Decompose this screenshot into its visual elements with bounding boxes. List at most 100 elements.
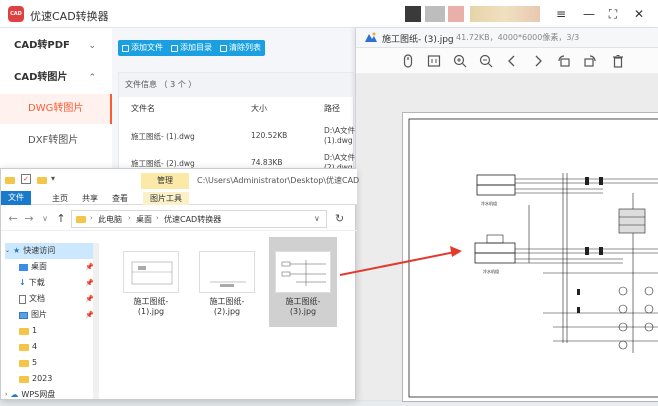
menu-icon[interactable]: ≡ <box>552 5 570 23</box>
tab-picture-tools[interactable]: 图片工具 <box>143 192 189 205</box>
blurred-region <box>448 6 464 22</box>
file-name-label: 施工图纸- (2).jpg <box>209 297 245 316</box>
viewer-canvas[interactable]: 冷水机组 冷水机组 <box>356 74 658 402</box>
download-icon: ↓ <box>19 278 26 287</box>
forward-icon[interactable]: → <box>23 212 35 225</box>
file-thumbnail-item-selected[interactable]: 施工图纸- (3).jpg <box>269 237 337 327</box>
viewer-file-name: 施工图纸- (3).jpg <box>382 35 454 45</box>
address-bar-row: ← → ∨ ↑ › 此电脑 › 桌面 › 优速CAD转换器 ∨ ↻ <box>1 207 357 231</box>
add-file-button[interactable]: 添加文件 <box>118 40 167 56</box>
add-folder-button[interactable]: 添加目录 <box>167 40 216 56</box>
tab-file[interactable]: 文件 <box>1 191 31 205</box>
chevron-right-icon: › <box>90 214 93 222</box>
tree-item-downloads[interactable]: ↓ 下载 <box>19 275 45 291</box>
quick-access-dropdown-icon[interactable]: ▾ <box>51 174 55 183</box>
rotate-right-icon[interactable] <box>582 53 598 69</box>
tree-item-quick-access[interactable]: ⌄ ★ 快速访问 <box>5 243 95 259</box>
cad-drawing-schematic: 冷水机组 冷水机组 <box>408 118 658 398</box>
mouse-icon[interactable] <box>400 53 416 69</box>
tree-item-label: 下载 <box>28 278 45 287</box>
folder-icon <box>19 359 29 367</box>
back-icon[interactable]: ← <box>7 212 19 225</box>
ribbon-tabs: 主页 共享 查看 图片工具 <box>1 191 357 205</box>
zoom-in-icon[interactable] <box>452 53 468 69</box>
file-path-cell: D:\A文件 <box>324 126 355 135</box>
next-icon[interactable] <box>530 53 546 69</box>
viewer-logo-icon <box>365 32 377 42</box>
nav-group-cad-to-pdf[interactable]: CAD转PDF ⌄ <box>0 31 112 61</box>
column-header-path: 路径 <box>324 104 340 113</box>
checkbox-icon[interactable]: ✓ <box>21 174 31 184</box>
chevron-down-icon: ⌄ <box>88 41 96 51</box>
breadcrumb-folder[interactable]: 优速CAD转换器 <box>164 214 221 225</box>
file-thumbnail-item[interactable]: 施工图纸- (1).jpg <box>117 237 185 327</box>
folder-icon <box>76 216 86 223</box>
breadcrumb-desktop[interactable]: 桌面 <box>136 214 152 225</box>
tree-item-label: 2023 <box>32 374 53 383</box>
tab-home[interactable]: 主页 <box>45 192 75 205</box>
file-size-cell: 120.52KB <box>251 131 288 140</box>
nav-group-label: CAD转PDF <box>14 40 70 51</box>
fit-icon[interactable] <box>426 53 442 69</box>
navigation-tree: ⌄ ★ 快速访问 桌面 ↓ 下载 文档 图片 1 4 5 2023 › ☁ WP… <box>1 241 101 401</box>
image-thumbnail <box>275 251 331 293</box>
image-thumbnail <box>199 251 255 293</box>
tree-item-folder[interactable]: 4 <box>19 339 37 355</box>
tree-item-folder[interactable]: 5 <box>19 355 37 371</box>
tree-item-wps-cloud[interactable]: › ☁ WPS网盘 <box>5 387 55 403</box>
recent-dropdown-icon[interactable]: ∨ <box>39 214 51 223</box>
maximize-button[interactable]: ⛶ <box>604 5 622 23</box>
rotate-left-icon[interactable] <box>556 53 572 69</box>
clear-list-label: 清除列表 <box>229 43 261 52</box>
close-button[interactable]: ✕ <box>630 5 648 23</box>
picture-icon <box>19 311 28 319</box>
viewer-titlebar: 施工图纸- (3).jpg 41.72KB，4000*6000像素，3/3 <box>356 28 658 48</box>
chevron-up-icon: ⌃ <box>88 73 96 83</box>
tree-item-label: WPS网盘 <box>21 390 56 399</box>
prev-icon[interactable] <box>504 53 520 69</box>
tree-scrollbar[interactable] <box>93 243 99 399</box>
viewer-file-meta: 41.72KB，4000*6000像素，3/3 <box>456 33 580 42</box>
refresh-icon[interactable]: ↻ <box>335 212 344 225</box>
tree-item-label: 桌面 <box>31 262 47 271</box>
tree-item-folder[interactable]: 1 <box>19 323 37 339</box>
up-icon[interactable]: ↑ <box>55 212 67 225</box>
explorer-path-title: C:\Users\Administrator\Desktop\优速CAD <box>197 176 360 185</box>
tree-item-folder[interactable]: 2023 <box>19 371 52 387</box>
chevron-down-icon: ⌄ <box>5 247 11 254</box>
address-input[interactable]: › 此电脑 › 桌面 › 优速CAD转换器 ∨ <box>71 210 327 228</box>
folder-icon <box>19 343 29 351</box>
tree-item-label: 文档 <box>29 294 45 303</box>
add-folder-label: 添加目录 <box>180 43 212 52</box>
file-name-label: 施工图纸- (3).jpg <box>285 297 321 316</box>
nav-item-dxf-to-image[interactable]: DXF转图片 <box>0 126 112 156</box>
app-logo: CAD <box>8 6 24 22</box>
image-thumbnail <box>123 251 179 293</box>
clear-list-button[interactable]: 清除列表 <box>216 40 265 56</box>
cloud-icon: ☁ <box>10 390 19 399</box>
address-dropdown-icon[interactable]: ∨ <box>314 214 320 223</box>
minimize-button[interactable]: — <box>580 5 598 23</box>
trash-icon <box>220 44 227 52</box>
folder-icon <box>5 177 15 184</box>
table-row[interactable]: 施工图纸- (1).dwg 120.52KB D:\A文件 (1).dwg <box>119 123 355 147</box>
folder-icon <box>37 177 47 184</box>
file-name-label: 施工图纸- (1).jpg <box>133 297 169 316</box>
file-thumbnail-item[interactable]: 施工图纸- (2).jpg <box>193 237 261 327</box>
tree-item-documents[interactable]: 文档 <box>19 291 45 307</box>
tab-view[interactable]: 查看 <box>105 192 135 205</box>
nav-group-cad-to-image[interactable]: CAD转图片 ⌃ <box>0 63 112 93</box>
zoom-out-icon[interactable] <box>478 53 494 69</box>
manage-tab[interactable]: 管理 <box>141 173 189 189</box>
breadcrumb-this-pc[interactable]: 此电脑 <box>98 214 122 225</box>
tab-share[interactable]: 共享 <box>75 192 105 205</box>
tree-item-desktop[interactable]: 桌面 <box>19 259 47 275</box>
desktop-icon <box>19 263 28 271</box>
file-path-cell-2: (1).dwg <box>324 136 353 145</box>
app-titlebar: CAD 优速CAD转换器 ≡ — ⛶ ✕ <box>0 0 658 28</box>
nav-item-dwg-to-image[interactable]: DWG转图片 <box>0 94 112 124</box>
blurred-region <box>425 6 445 22</box>
tree-item-label: 4 <box>32 342 38 351</box>
tree-item-pictures[interactable]: 图片 <box>19 307 47 323</box>
delete-icon[interactable] <box>610 53 626 69</box>
